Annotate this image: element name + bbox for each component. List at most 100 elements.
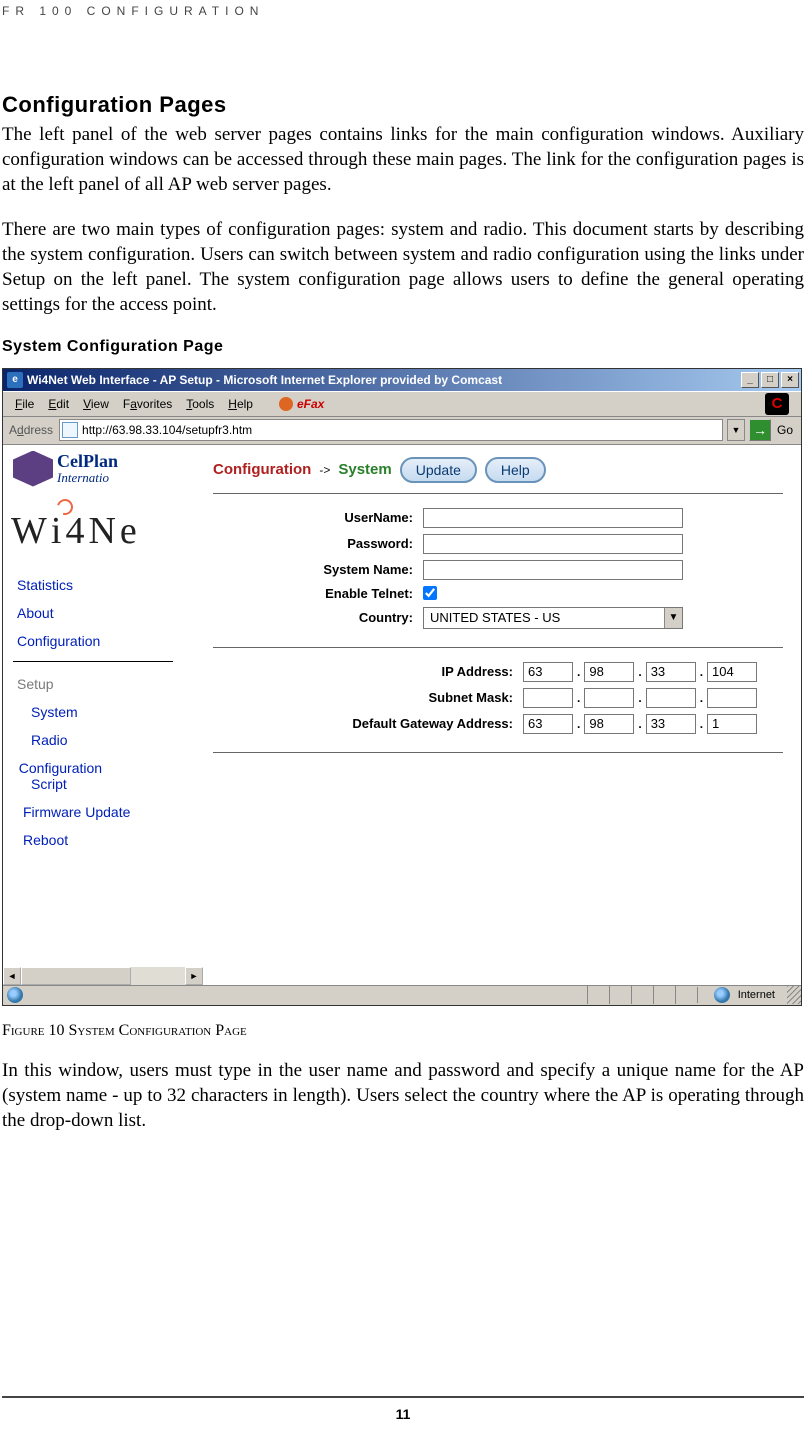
label-username: UserName: — [213, 510, 423, 525]
url-text: http://63.98.33.104/setupfr3.htm — [82, 423, 252, 437]
divider-2 — [213, 647, 783, 648]
systemname-input[interactable] — [423, 560, 683, 580]
go-label: Go — [775, 423, 797, 437]
gateway-octet-1[interactable] — [523, 714, 573, 734]
scroll-track[interactable] — [21, 967, 185, 985]
subsection-heading: System Configuration Page — [2, 338, 804, 356]
menu-file[interactable]: File — [15, 397, 34, 411]
label-ip: IP Address: — [213, 664, 523, 679]
status-cell — [587, 986, 609, 1004]
menu-edit[interactable]: Edit — [48, 397, 69, 411]
minimize-button[interactable]: _ — [741, 372, 759, 388]
label-systemname: System Name: — [213, 562, 423, 577]
page-icon — [62, 422, 78, 438]
breadcrumb-configuration: Configuration — [213, 461, 311, 478]
efax-label: eFax — [297, 397, 324, 411]
address-label: Address — [7, 423, 55, 437]
status-cell — [675, 986, 697, 1004]
breadcrumb-arrow: -> — [319, 463, 330, 477]
label-enable-telnet: Enable Telnet: — [213, 586, 423, 601]
chevron-down-icon[interactable]: ▼ — [664, 608, 682, 628]
section-heading: Configuration Pages — [2, 92, 804, 118]
celplan-sub: Internatio — [57, 470, 118, 486]
divider-3 — [213, 752, 783, 753]
wi4net-logo: Wi4Ne — [3, 487, 203, 571]
close-button[interactable]: × — [781, 372, 799, 388]
maximize-button[interactable]: □ — [761, 372, 779, 388]
subnet-octet-1[interactable] — [523, 688, 573, 708]
cube-icon — [13, 451, 53, 487]
nav-configuration[interactable]: Configuration — [3, 627, 203, 655]
ip-octet-3[interactable] — [646, 662, 696, 682]
gateway-octet-3[interactable] — [646, 714, 696, 734]
nav-radio[interactable]: Radio — [3, 726, 203, 754]
screenshot-window: e Wi4Net Web Interface - AP Setup - Micr… — [2, 368, 802, 1006]
page-header: FR 100 CONFIGURATION — [2, 0, 804, 18]
nav-reboot[interactable]: Reboot — [3, 826, 203, 854]
nav-about[interactable]: About — [3, 599, 203, 627]
subnet-octet-2[interactable] — [584, 688, 634, 708]
divider-1 — [213, 493, 783, 494]
scroll-left-button[interactable]: ◄ — [3, 967, 21, 985]
page-number: 11 — [0, 1406, 806, 1422]
status-bar: Internet — [3, 985, 801, 1005]
username-input[interactable] — [423, 508, 683, 528]
internet-icon — [714, 987, 730, 1003]
enable-telnet-checkbox[interactable] — [423, 586, 437, 600]
nav-config-script[interactable]: ConfigurationScript — [11, 754, 203, 798]
gateway-octet-2[interactable] — [584, 714, 634, 734]
update-button[interactable]: Update — [400, 457, 477, 483]
efax-toolbar[interactable]: eFax — [279, 397, 324, 411]
celplan-name: CelPlan — [57, 451, 118, 471]
footer-rule — [2, 1396, 804, 1398]
titlebar[interactable]: e Wi4Net Web Interface - AP Setup - Micr… — [3, 369, 801, 391]
nav-statistics[interactable]: Statistics — [3, 571, 203, 599]
subnet-octet-4[interactable] — [707, 688, 757, 708]
nav-system[interactable]: System — [3, 698, 203, 726]
paragraph-1: The left panel of the web server pages c… — [2, 122, 804, 197]
left-scroll-bar[interactable]: ◄ ► — [3, 967, 203, 985]
breadcrumb-system: System — [338, 461, 391, 478]
label-subnet: Subnet Mask: — [213, 690, 523, 705]
status-cell — [653, 986, 675, 1004]
label-gateway: Default Gateway Address: — [213, 716, 523, 731]
menubar: File Edit View Favorites Tools Help eFax… — [3, 391, 801, 417]
ip-octet-1[interactable] — [523, 662, 573, 682]
gateway-octet-4[interactable] — [707, 714, 757, 734]
menu-tools[interactable]: Tools — [186, 397, 214, 411]
figure-caption: Figure 10 System Configuration Page — [2, 1022, 804, 1040]
status-zone: Internet — [697, 987, 787, 1003]
menu-favorites[interactable]: Favorites — [123, 397, 172, 411]
ie-icon: e — [7, 372, 23, 388]
password-input[interactable] — [423, 534, 683, 554]
ip-octet-2[interactable] — [584, 662, 634, 682]
subnet-octet-3[interactable] — [646, 688, 696, 708]
left-panel: CelPlan Internatio Wi4Ne Statistics Abou… — [3, 445, 203, 985]
status-cell — [609, 986, 631, 1004]
paragraph-3: In this window, users must type in the u… — [2, 1058, 804, 1133]
address-bar: Address http://63.98.33.104/setupfr3.htm… — [3, 417, 801, 445]
status-zone-label: Internet — [738, 989, 775, 1001]
go-button[interactable]: → — [749, 419, 771, 441]
paragraph-2: There are two main types of configuratio… — [2, 217, 804, 317]
nav-firmware-update[interactable]: Firmware Update — [3, 798, 203, 826]
nav-setup[interactable]: Setup — [3, 670, 203, 698]
ip-octet-4[interactable] — [707, 662, 757, 682]
help-button[interactable]: Help — [485, 457, 546, 483]
country-select[interactable]: UNITED STATES - US ▼ — [423, 607, 683, 629]
window-title: Wi4Net Web Interface - AP Setup - Micros… — [27, 373, 741, 387]
label-country: Country: — [213, 610, 423, 625]
scroll-right-button[interactable]: ► — [185, 967, 203, 985]
label-password: Password: — [213, 536, 423, 551]
scroll-thumb[interactable] — [21, 967, 131, 985]
resize-grip[interactable] — [787, 986, 801, 1004]
status-cell — [631, 986, 653, 1004]
ie-status-icon — [7, 987, 23, 1003]
menu-view[interactable]: View — [83, 397, 109, 411]
menu-help[interactable]: Help — [228, 397, 253, 411]
brand-icon: C — [765, 393, 789, 415]
celplan-logo: CelPlan Internatio — [3, 451, 203, 487]
address-dropdown[interactable]: ▼ — [727, 419, 745, 441]
nav-divider — [13, 661, 173, 662]
address-input[interactable]: http://63.98.33.104/setupfr3.htm — [59, 419, 723, 441]
